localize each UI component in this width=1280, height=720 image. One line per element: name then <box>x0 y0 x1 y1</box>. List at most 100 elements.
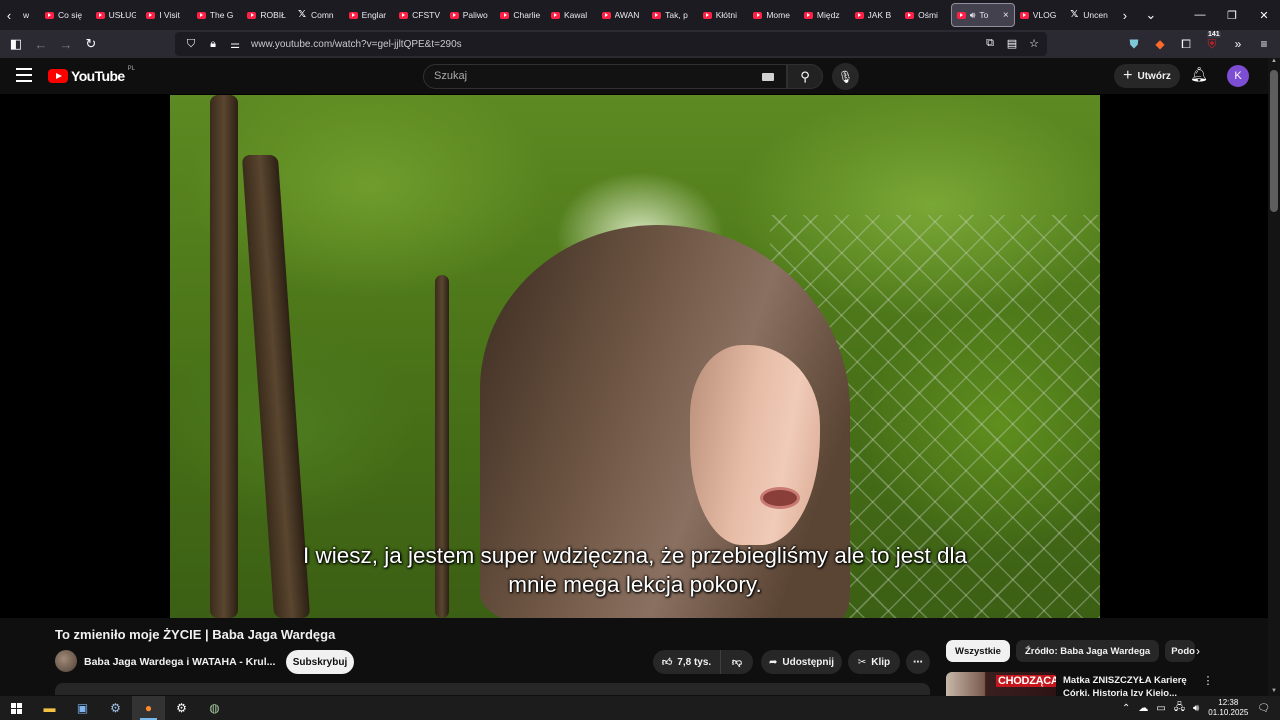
browser-tab[interactable]: Ośmi <box>900 3 951 27</box>
browser-tab[interactable]: Paliwo <box>445 3 496 27</box>
tab-title: The G <box>209 10 234 20</box>
keyboard-icon[interactable] <box>762 73 774 81</box>
clip-button[interactable]: ✂ Klip <box>848 650 900 674</box>
more-actions-button[interactable]: ⋯ <box>906 650 930 674</box>
extension-fox-icon[interactable]: ◆ <box>1152 36 1168 52</box>
browser-tab-active[interactable]: 🔊︎ To × <box>950 3 1015 27</box>
scroll-tabs-left-button[interactable]: ‹ <box>0 0 18 30</box>
browser-tab[interactable]: USŁUG <box>91 3 142 27</box>
dislike-button[interactable]: 👎︎ <box>720 650 753 674</box>
video-player[interactable]: I wiesz, ja jestem super wdzięczna, że p… <box>170 95 1100 618</box>
picture-in-picture-icon[interactable]: ⧉ <box>983 36 997 50</box>
browser-tab[interactable]: Kawal <box>546 3 597 27</box>
usb-drive-icon[interactable]: ▭ <box>1156 703 1165 714</box>
browser-tab[interactable]: Kłótni <box>698 3 749 27</box>
reload-button[interactable]: ↻ <box>79 32 103 56</box>
speaker-icon[interactable]: 🔊︎ <box>970 10 976 21</box>
thumbnail-text: CHODZĄCA <box>996 675 1056 687</box>
taskbar-settings[interactable]: ⚙ <box>165 696 198 720</box>
ublock-icon[interactable]: ⛨ 141 <box>1204 31 1221 52</box>
chips-next-button[interactable]: › <box>1190 643 1206 659</box>
overflow-chevron-icon[interactable]: » <box>1230 36 1246 52</box>
app-icon: ◍ <box>209 701 220 715</box>
like-button[interactable]: 👍︎ 7,8 tys. <box>653 650 720 674</box>
close-window-button[interactable]: ✕ <box>1248 0 1280 30</box>
browser-tab[interactable]: Tak, p <box>647 3 698 27</box>
close-tab-icon[interactable]: × <box>1003 10 1009 21</box>
search-input[interactable]: Szukaj <box>423 64 787 89</box>
browser-tab[interactable]: Międz <box>799 3 850 27</box>
browser-tab[interactable]: Co się <box>40 3 91 27</box>
account-avatar[interactable]: K <box>1227 65 1249 87</box>
browser-tab[interactable]: 𝕏 Comn <box>293 3 344 27</box>
share-button[interactable]: ➦ Udostępnij <box>761 650 842 674</box>
back-button[interactable]: ← <box>29 32 53 56</box>
scroll-tabs-right-button[interactable]: › <box>1116 0 1134 30</box>
browser-tab[interactable]: JAK B <box>850 3 901 27</box>
youtube-favicon <box>601 11 611 19</box>
taskbar-steam[interactable]: ⚙ <box>99 696 132 720</box>
network-icon[interactable]: 🖧︎ <box>1174 700 1185 717</box>
voice-search-button[interactable]: 🎙︎ <box>832 63 859 90</box>
start-button[interactable] <box>0 696 33 720</box>
youtube-favicon <box>95 11 105 19</box>
sidebar-toggle-button[interactable]: ◧ <box>4 32 28 56</box>
permissions-icon: ⚌ <box>230 38 240 51</box>
page-scrollbar[interactable]: ▲ ▼ <box>1268 58 1280 698</box>
chip-source-channel[interactable]: Źródło: Baba Jaga Wardega <box>1015 640 1160 662</box>
search-button[interactable]: ⚲ <box>787 64 823 89</box>
browser-tab[interactable]: VLOG <box>1015 3 1066 27</box>
browser-tab[interactable]: ROBIŁ <box>242 3 293 27</box>
notifications-bell-icon[interactable]: 🔔︎ <box>1190 66 1208 86</box>
tab-title: w <box>23 10 30 20</box>
chip-all[interactable]: Wszystkie <box>946 640 1010 662</box>
app-menu-icon[interactable]: ≡ <box>1256 36 1272 52</box>
tray-chevron-up-icon[interactable]: ⌃ <box>1122 703 1130 714</box>
taskbar-monitor-app[interactable]: ▣ <box>66 696 99 720</box>
channel-avatar[interactable] <box>55 650 77 672</box>
address-bar[interactable]: ⛉ 🔒︎ ⚌ www.youtube.com/watch?v=gel-jjltQ… <box>175 32 1047 56</box>
notification-center-icon[interactable]: 🗨︎ <box>1257 703 1270 714</box>
description-box[interactable] <box>55 683 930 695</box>
taskbar-app-7[interactable]: ◍ <box>198 696 231 720</box>
browser-tab[interactable]: CFSTV <box>394 3 445 27</box>
browser-tab[interactable]: w <box>18 3 40 27</box>
forward-button[interactable]: → <box>54 32 78 56</box>
create-button[interactable]: + Utwórz <box>1114 64 1180 88</box>
minimize-button[interactable]: — <box>1184 0 1216 30</box>
browser-tab[interactable]: Mome <box>748 3 799 27</box>
browser-tab[interactable]: Charlie <box>495 3 546 27</box>
scissors-icon: ✂ <box>857 656 867 668</box>
browser-tab[interactable]: 𝕏 Uncen <box>1065 3 1116 27</box>
extensions-puzzle-icon[interactable]: ⧠ <box>1178 36 1194 52</box>
youtube-logo[interactable]: YouTube PL <box>48 66 135 84</box>
onedrive-cloud-icon[interactable]: ☁ <box>1138 703 1148 714</box>
scrollbar-thumb[interactable] <box>1270 70 1278 212</box>
volume-icon[interactable]: 🔊︎ <box>1193 703 1199 714</box>
browser-tab[interactable]: The G <box>192 3 243 27</box>
more-vertical-icon[interactable]: ⋮ <box>1202 674 1214 688</box>
vpn-shield-icon[interactable]: ⛊ <box>1126 36 1142 52</box>
browser-tab[interactable]: AWAN <box>597 3 648 27</box>
list-all-tabs-button[interactable]: ⌄ <box>1142 0 1160 30</box>
thumbs-down-icon: 👎︎ <box>731 657 743 668</box>
youtube-favicon <box>449 11 459 19</box>
recommended-video-thumbnail[interactable]: CHODZĄCA <box>946 672 1056 696</box>
channel-name[interactable]: Baba Jaga Wardega i WATAHA - Krul... <box>84 656 275 668</box>
x-favicon: 𝕏 <box>297 9 307 20</box>
browser-tab[interactable]: Englar <box>344 3 395 27</box>
search-icon: ⚲ <box>800 68 810 84</box>
tab-title: Kawal <box>563 10 588 20</box>
url-text: www.youtube.com/watch?v=gel-jjltQPE&t=29… <box>251 38 462 50</box>
bookmark-star-icon[interactable]: ☆ <box>1027 36 1041 50</box>
taskbar-clock[interactable]: 12:38 01.10.2025 <box>1207 698 1249 718</box>
scroll-up-arrow-icon[interactable]: ▲ <box>1268 58 1280 68</box>
browser-tab[interactable]: I Visit <box>141 3 192 27</box>
recommended-video-title[interactable]: Matka ZNISZCZYŁA Karierę Córki. Historia… <box>1063 674 1193 696</box>
reader-view-icon[interactable]: ▤ <box>1005 36 1019 50</box>
restore-button[interactable]: ❐ <box>1216 0 1248 30</box>
guide-menu-icon[interactable] <box>16 68 32 82</box>
subscribe-button[interactable]: Subskrybuj <box>286 650 354 674</box>
taskbar-firefox[interactable]: ● <box>132 696 165 720</box>
taskbar-file-explorer[interactable]: ▬ <box>33 696 66 720</box>
